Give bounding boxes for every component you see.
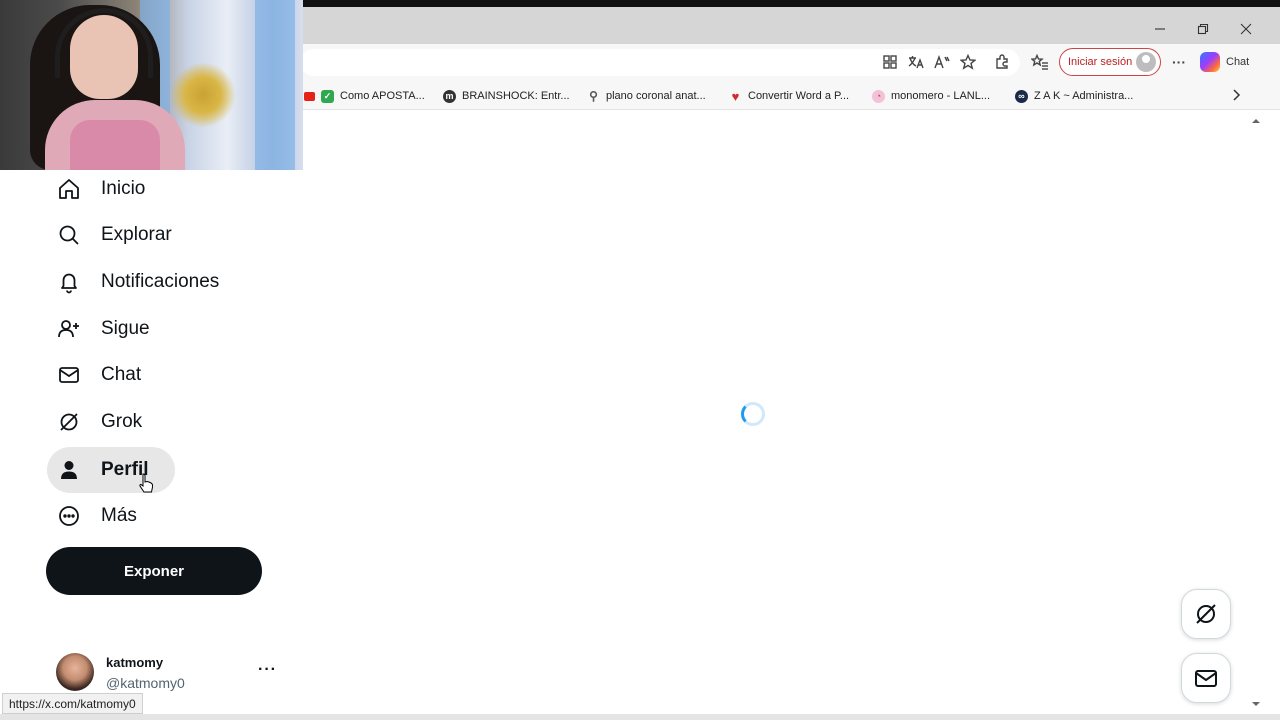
nav-item-mas[interactable]: Más <box>47 493 137 539</box>
bookmark-item[interactable]: ♥ Convertir Word a P... <box>729 88 849 104</box>
messages-floating-button[interactable] <box>1181 653 1231 703</box>
follow-icon <box>57 317 81 341</box>
checkmark-icon: ✓ <box>321 89 334 103</box>
person-icon <box>57 458 81 482</box>
bookmark-item[interactable]: ◔ monomero - LANL... <box>872 88 990 104</box>
sun-of-may-emblem <box>170 62 236 128</box>
copilot-icon <box>1200 52 1220 72</box>
nav-label: Grok <box>101 411 143 432</box>
extensions-icon[interactable] <box>993 53 1011 71</box>
webcam-overlay <box>0 0 303 170</box>
avatar <box>56 653 94 691</box>
profile-avatar-icon <box>1136 52 1156 72</box>
chevron-right-icon[interactable] <box>1228 86 1246 104</box>
more-circle-icon <box>57 504 81 528</box>
restore-button[interactable] <box>1183 15 1223 43</box>
lanl-icon: ◔ <box>872 89 885 103</box>
read-aloud-icon[interactable] <box>933 53 951 71</box>
account-name: katmomy <box>106 655 164 670</box>
account-handle: @katmomy0 <box>106 675 185 691</box>
favorites-list-icon[interactable] <box>1031 53 1049 71</box>
bookmark-item[interactable]: m BRAINSHOCK: Entr... <box>443 88 570 104</box>
grok-floating-button[interactable] <box>1181 589 1231 639</box>
status-bar-url: https://x.com/katmomy0 <box>2 693 143 714</box>
heart-icon: ♥ <box>731 88 740 104</box>
nav-label: Sigue <box>101 318 150 339</box>
more-icon[interactable]: ··· <box>258 661 277 679</box>
bell-icon <box>57 270 81 294</box>
scroll-down-arrow-icon[interactable] <box>1250 699 1262 709</box>
bookmark-item[interactable]: ⚲ plano coronal anat... <box>587 88 706 104</box>
minimize-button[interactable] <box>1140 15 1180 43</box>
bookmark-item[interactable]: ✓ Como APOSTA... <box>304 88 425 104</box>
account-switcher[interactable]: katmomy @katmomy0 ··· <box>56 653 281 693</box>
zak-icon: ∞ <box>1015 89 1028 103</box>
restore-icon <box>1197 23 1209 35</box>
nav-item-chat[interactable]: Chat <box>47 352 141 398</box>
mail-icon <box>1195 670 1217 687</box>
bookmark-item[interactable]: ∞ Z A K ~ Administra... <box>1015 88 1133 104</box>
nav-item-grok[interactable]: Grok <box>47 399 142 445</box>
horizontal-scrollbar[interactable] <box>0 714 1280 720</box>
signin-label: Iniciar sesión <box>1068 56 1133 68</box>
grok-icon <box>57 410 81 434</box>
post-button[interactable]: Exponer <box>46 547 262 595</box>
nav-item-explorar[interactable]: Explorar <box>47 212 172 258</box>
nav-label: Explorar <box>101 224 172 245</box>
signin-button[interactable]: Iniciar sesión <box>1059 48 1161 76</box>
youtube-icon <box>304 91 315 101</box>
nav-label: Notificaciones <box>101 271 220 292</box>
minimize-icon <box>1155 28 1165 30</box>
mail-icon <box>57 363 81 387</box>
home-icon <box>57 177 81 201</box>
search-icon: ⚲ <box>589 89 598 103</box>
close-window-button[interactable] <box>1226 15 1266 43</box>
hand-cursor-icon <box>139 473 154 493</box>
translate-icon[interactable] <box>907 53 925 71</box>
copilot-button[interactable]: Chat <box>1200 48 1264 76</box>
loading-spinner <box>741 402 765 426</box>
nav-item-notificaciones[interactable]: Notificaciones <box>47 259 219 305</box>
nav-label: Inicio <box>101 178 146 199</box>
apps-icon[interactable] <box>881 53 899 71</box>
grok-icon <box>1196 604 1216 624</box>
nav-item-sigue[interactable]: Sigue <box>47 306 150 352</box>
scroll-up-arrow-icon[interactable] <box>1250 116 1262 126</box>
favorite-star-icon[interactable] <box>959 53 977 71</box>
nav-label: Más <box>101 505 137 526</box>
nav-item-perfil[interactable]: Perfil <box>47 447 175 493</box>
close-icon <box>1240 23 1252 35</box>
copilot-label: Chat <box>1226 56 1250 68</box>
nav-label: Chat <box>101 364 142 385</box>
brainshock-icon: m <box>443 89 456 103</box>
nav-item-inicio[interactable]: Inicio <box>47 166 145 212</box>
search-icon <box>57 223 81 247</box>
settings-more-icon[interactable]: ··· <box>1170 53 1188 71</box>
